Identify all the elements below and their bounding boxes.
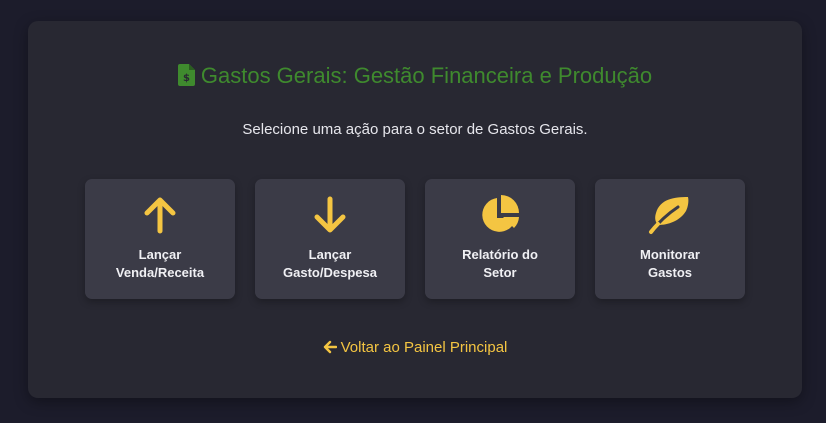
launch-sale-revenue-button[interactable]: Lançar Venda/Receita [85,179,235,299]
action-label: Lançar Gasto/Despesa [283,247,377,280]
launch-expense-button[interactable]: Lançar Gasto/Despesa [255,179,405,299]
page-title: $ Gastos Gerais: Gestão Financeira e Pro… [28,61,802,94]
back-to-main-panel-link[interactable]: Voltar ao Painel Principal [28,338,802,360]
svg-text:$: $ [183,73,190,84]
action-label: Relatório do Setor [462,247,538,280]
back-link-label: Voltar ao Painel Principal [340,339,508,356]
sector-panel: $ Gastos Gerais: Gestão Financeira e Pro… [28,21,802,398]
action-label: Monitorar Gastos [640,247,700,280]
arrow-up-icon [85,195,235,235]
action-cards: Lançar Venda/Receita Lançar Gasto/Despes… [85,179,745,299]
action-label: Lançar Venda/Receita [115,247,205,280]
file-invoice-dollar-icon: $ [177,64,195,94]
page-title-text: Gastos Gerais: Gestão Financeira e Produ… [200,63,653,88]
page-subtitle: Selecione uma ação para o setor de Gasto… [242,121,588,138]
monitor-expenses-button[interactable]: Monitorar Gastos [595,179,745,299]
pie-chart-icon [425,195,575,235]
arrow-left-icon [323,340,337,360]
sector-report-button[interactable]: Relatório do Setor [425,179,575,299]
leaf-icon [595,195,745,235]
arrow-down-icon [255,195,405,235]
